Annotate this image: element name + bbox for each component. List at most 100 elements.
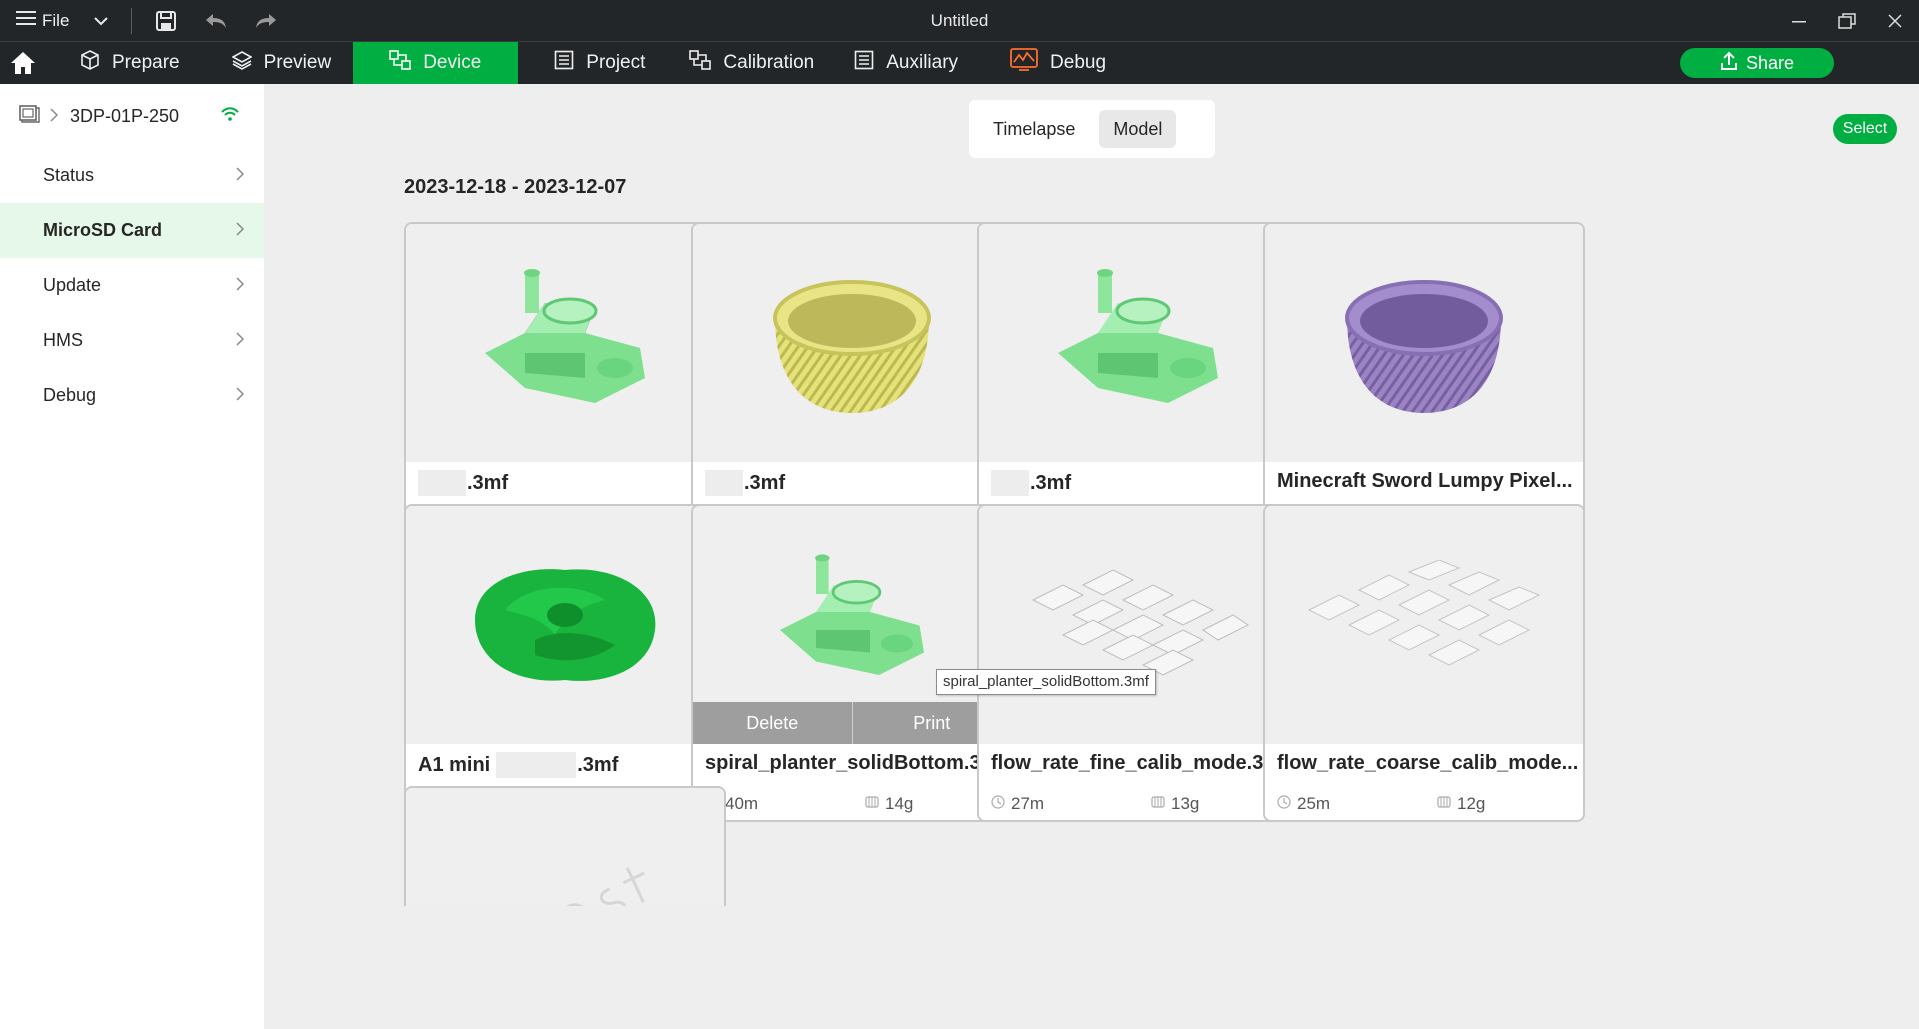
sidebar-item-microsd-card[interactable]: MicroSD Card xyxy=(0,203,264,258)
boat-thumbnail-icon xyxy=(485,269,645,403)
print-time: 40m xyxy=(725,794,759,813)
auxiliary-icon xyxy=(854,50,874,76)
tab-preview[interactable]: Preview xyxy=(202,42,354,84)
tab-device[interactable]: Device xyxy=(353,42,519,84)
model-thumbnail xyxy=(1265,506,1583,744)
window-title: Untitled xyxy=(930,11,989,30)
planter-thumbnail-icon xyxy=(773,280,931,413)
filament-weight: 12g xyxy=(1457,794,1486,813)
filament-weight-icon xyxy=(865,794,879,814)
file-name: flow_rate_fine_calib_mode.3mf xyxy=(991,752,1288,774)
minimize-icon[interactable] xyxy=(1775,0,1823,41)
home-icon[interactable] xyxy=(0,42,46,84)
title-bar: File Untitled xyxy=(0,0,1919,41)
sidebar-item-label: Debug xyxy=(43,385,97,405)
chevron-right-icon xyxy=(236,330,245,351)
file-name: flow_rate_coarse_calib_mode... xyxy=(1277,752,1579,774)
chevron-right-icon xyxy=(236,275,245,296)
device-icon xyxy=(389,50,411,76)
tab-label: Auxiliary xyxy=(886,52,959,73)
calibration-pattern-thumbnail-icon xyxy=(1307,560,1541,666)
share-label: Share xyxy=(1745,52,1795,73)
file-meta: 25m 12g xyxy=(1277,794,1577,814)
debug-icon xyxy=(1010,48,1038,78)
chevron-down-icon[interactable] xyxy=(91,11,111,31)
microsd-file-browser: Timelapse Model Select 2023-12-18 - 2023… xyxy=(264,84,1919,1029)
tab-label: Device xyxy=(423,52,482,73)
file-name: A1 mini .3mf xyxy=(418,752,618,778)
tab-project[interactable]: Project xyxy=(518,42,667,84)
project-icon xyxy=(554,50,574,76)
tab-label: Debug xyxy=(1050,52,1107,73)
clock-icon xyxy=(991,794,1005,814)
date-range-heading: 2023-12-18 - 2023-12-07 xyxy=(404,176,627,198)
file-card[interactable]: .3mf 4h2m 87g xyxy=(691,222,1013,540)
select-button[interactable]: Select xyxy=(1833,114,1897,144)
device-name: 3DP-01P-250 xyxy=(70,105,180,126)
delete-button[interactable]: Delete xyxy=(693,702,853,744)
file-card[interactable]: flow_rate_coarse_calib_mode... 25m 12g xyxy=(1263,504,1585,822)
file-card[interactable]: Minecraft Sword Lumpy Pixel... 2h47m 77g xyxy=(1263,222,1585,540)
file-card[interactable]: .3mf 39m 13g xyxy=(977,222,1299,540)
redacted-name-mask xyxy=(496,752,577,778)
model-thumbnail xyxy=(979,506,1297,744)
layers-icon xyxy=(230,50,253,76)
tab-auxiliary[interactable]: Auxiliary xyxy=(836,42,980,84)
sidebar-item-update[interactable]: Update xyxy=(0,258,264,313)
window-controls xyxy=(1775,0,1919,41)
sidebar-item-hms[interactable]: HMS xyxy=(0,313,264,368)
file-card[interactable]: Delete Print spiral_planter_solidBottom.… xyxy=(691,504,1013,822)
sidebar-item-label: HMS xyxy=(43,330,83,350)
tab-label: Prepare xyxy=(112,52,180,73)
sidebar-item-status[interactable]: Status xyxy=(0,148,264,203)
model-thumbnail xyxy=(1265,224,1583,462)
print-time: 27m xyxy=(1011,794,1045,813)
restore-icon[interactable] xyxy=(1823,0,1871,41)
tab-prepare[interactable]: Prepare xyxy=(46,42,202,84)
file-menu-button[interactable]: File xyxy=(0,0,69,41)
model-thumbnail xyxy=(406,224,724,462)
device-selector[interactable]: 3DP-01P-250 xyxy=(0,84,264,148)
file-actions: Delete Print xyxy=(693,702,1011,744)
save-icon[interactable] xyxy=(150,5,182,37)
printer-icon xyxy=(18,104,40,129)
file-card[interactable]: .3mf 39m 13g xyxy=(404,222,726,540)
sidebar-item-label: Update xyxy=(43,275,102,295)
boat-thumbnail-icon xyxy=(1058,269,1218,403)
redo-icon[interactable] xyxy=(250,5,282,37)
file-card[interactable] xyxy=(404,786,726,906)
file-meta: 40m 14g xyxy=(705,794,1005,814)
undo-icon[interactable] xyxy=(200,5,232,37)
file-name-tooltip: spiral_planter_solidBottom.3mf xyxy=(936,669,1156,695)
segment-timelapse[interactable]: Timelapse xyxy=(979,110,1089,148)
redacted-name-mask xyxy=(418,470,466,496)
filament-weight: 14g xyxy=(885,794,914,813)
file-name: Minecraft Sword Lumpy Pixel... xyxy=(1277,470,1573,492)
cube-icon xyxy=(80,50,100,76)
file-card[interactable]: flow_rate_fine_calib_mode.3mf 27m 13g xyxy=(977,504,1299,822)
file-card[interactable]: A1 mini.3mf 18m 3g xyxy=(404,504,726,822)
clock-icon xyxy=(1277,794,1291,814)
share-button[interactable]: Share xyxy=(1680,48,1834,78)
redacted-name-mask xyxy=(705,470,743,496)
hamburger-icon xyxy=(16,10,36,31)
file-menu-label: File xyxy=(42,10,70,30)
file-meta: 27m 13g xyxy=(991,794,1291,814)
tab-calibration[interactable]: Calibration xyxy=(667,42,836,84)
filament-weight-icon xyxy=(1151,794,1165,814)
wifi-icon xyxy=(220,106,240,127)
sidebar-item-label: MicroSD Card xyxy=(43,220,163,240)
sidebar-item-debug[interactable]: Debug xyxy=(0,368,264,423)
chevron-right-icon xyxy=(236,220,245,241)
boat-thumbnail-icon xyxy=(780,554,924,675)
model-thumbnail xyxy=(693,224,1011,462)
file-name: .3mf xyxy=(705,470,785,496)
device-sidebar: 3DP-01P-250 Status MicroSD Card Update H… xyxy=(0,84,264,1029)
sidebar-item-label: Status xyxy=(43,165,95,185)
segment-model[interactable]: Model xyxy=(1099,110,1177,148)
tab-debug[interactable]: Debug xyxy=(980,42,1128,84)
filament-weight: 13g xyxy=(1171,794,1200,813)
close-icon[interactable] xyxy=(1871,0,1919,41)
model-thumbnail xyxy=(406,788,724,906)
text-model-thumbnail-icon xyxy=(557,867,645,906)
